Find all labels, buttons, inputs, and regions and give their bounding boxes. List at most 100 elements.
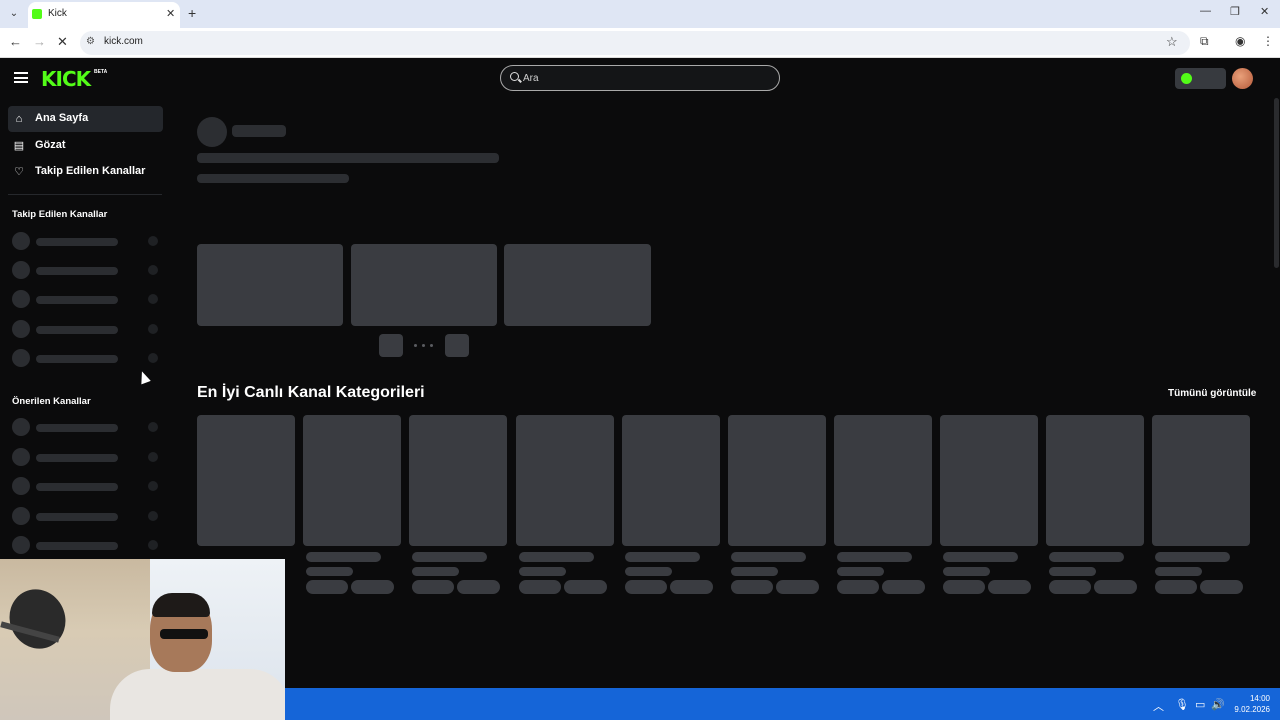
- category-text-skeleton: [412, 580, 454, 594]
- extensions-icon[interactable]: ⧉: [1200, 34, 1209, 49]
- category-text-skeleton: [519, 567, 566, 576]
- channel-skeleton-row: [12, 290, 162, 308]
- channel-skeleton-row: [12, 477, 162, 495]
- carousel-card-skeleton: [504, 244, 651, 326]
- categories-title: En İyi Canlı Kanal Kategorileri: [197, 384, 425, 401]
- site-info-icon[interactable]: ⚙: [86, 36, 95, 47]
- carousel-dot[interactable]: [422, 344, 425, 347]
- browser-menu-icon[interactable]: ⋮: [1262, 34, 1274, 48]
- page-scrollbar[interactable]: [1274, 98, 1279, 268]
- category-card-skeleton[interactable]: [409, 415, 507, 546]
- category-text-skeleton: [882, 580, 925, 594]
- webcam-overlay: [0, 559, 285, 720]
- kick-coin-icon: [1181, 73, 1192, 84]
- category-card-skeleton[interactable]: [622, 415, 720, 546]
- address-bar[interactable]: ⚙ kick.com ☆: [80, 31, 1190, 55]
- minimize-icon[interactable]: —: [1200, 5, 1211, 17]
- category-card-skeleton[interactable]: [940, 415, 1038, 546]
- category-card-skeleton[interactable]: [728, 415, 826, 546]
- category-text-skeleton: [519, 552, 594, 562]
- sidebar-item-home[interactable]: ⌂ Ana Sayfa: [8, 106, 163, 132]
- webcam-person-body: [110, 669, 285, 720]
- category-text-skeleton: [1200, 580, 1243, 594]
- category-text-skeleton: [412, 567, 459, 576]
- back-icon[interactable]: ←: [9, 34, 22, 49]
- category-card-skeleton[interactable]: [516, 415, 614, 546]
- sunglasses-icon: [160, 629, 208, 639]
- recommended-channels-heading: Önerilen Kanallar: [12, 396, 91, 407]
- featured-avatar-skeleton: [197, 117, 227, 147]
- category-text-skeleton: [351, 580, 394, 594]
- category-card-skeleton[interactable]: [303, 415, 401, 546]
- category-text-skeleton: [1155, 580, 1197, 594]
- sidebar-item-following[interactable]: ♡ Takip Edilen Kanallar: [8, 159, 163, 185]
- user-avatar[interactable]: [1232, 68, 1253, 89]
- bookmark-star-icon[interactable]: ☆: [1166, 34, 1178, 50]
- home-icon: ⌂: [15, 113, 23, 125]
- network-icon[interactable]: ▭: [1195, 698, 1205, 711]
- forward-icon[interactable]: →: [33, 34, 46, 49]
- window-close-icon[interactable]: ✕: [1260, 5, 1269, 18]
- clock-date: 9.02.2026: [1234, 705, 1270, 714]
- clock-time: 14:00: [1249, 694, 1270, 703]
- category-card-skeleton[interactable]: [197, 415, 295, 546]
- browser-tab[interactable]: Kick ✕: [28, 2, 180, 28]
- kick-points-button[interactable]: [1175, 68, 1226, 89]
- carousel-card-skeleton: [197, 244, 343, 326]
- sidebar-item-label: Gözat: [35, 139, 66, 151]
- sidebar-divider: [8, 194, 162, 195]
- category-text-skeleton: [670, 580, 713, 594]
- browser-toolbar: ← → ✕ ⚙ kick.com ☆ ⧉ ◉ ⋮: [0, 28, 1280, 58]
- category-text-skeleton: [837, 552, 912, 562]
- channel-skeleton-row: [12, 349, 162, 367]
- category-card-skeleton[interactable]: [1152, 415, 1250, 546]
- category-text-skeleton: [988, 580, 1031, 594]
- category-card-skeleton[interactable]: [834, 415, 932, 546]
- category-text-skeleton: [1049, 552, 1124, 562]
- carousel-dot[interactable]: [414, 344, 417, 347]
- restore-icon[interactable]: ❐: [1230, 5, 1240, 18]
- search-box[interactable]: [500, 65, 780, 91]
- category-text-skeleton: [1049, 580, 1091, 594]
- webcam-person-hair: [152, 593, 210, 617]
- microphone-tray-icon[interactable]: 🎙: [1175, 698, 1189, 711]
- category-text-skeleton: [1094, 580, 1137, 594]
- beta-badge: BETA: [94, 69, 108, 75]
- category-text-skeleton: [837, 580, 879, 594]
- category-text-skeleton: [731, 567, 778, 576]
- category-text-skeleton: [1155, 552, 1230, 562]
- tab-close-icon[interactable]: ✕: [166, 7, 175, 20]
- volume-icon[interactable]: 🔊: [1211, 698, 1225, 711]
- carousel-next-button[interactable]: [445, 334, 469, 357]
- category-text-skeleton: [625, 552, 700, 562]
- sidebar-item-browse[interactable]: ▤ Gözat: [8, 133, 163, 159]
- category-text-skeleton: [943, 552, 1018, 562]
- carousel-prev-button[interactable]: [379, 334, 403, 357]
- category-text-skeleton: [306, 567, 353, 576]
- tray-chevron-icon[interactable]: ︿: [1153, 698, 1164, 714]
- tab-list-dropdown-icon[interactable]: ⌄: [4, 4, 24, 24]
- category-text-skeleton: [943, 580, 985, 594]
- sidebar-item-label: Ana Sayfa: [35, 112, 89, 124]
- carousel-dot[interactable]: [430, 344, 433, 347]
- view-all-link[interactable]: Tümünü görüntüle: [1168, 388, 1256, 399]
- menu-icon[interactable]: [14, 72, 28, 83]
- search-input[interactable]: [523, 70, 763, 86]
- category-text-skeleton: [457, 580, 500, 594]
- featured-title-skeleton: [197, 153, 499, 163]
- system-clock[interactable]: 14:00 9.02.2026: [1230, 693, 1270, 715]
- kick-logo[interactable]: KICK: [41, 67, 91, 91]
- sidebar-item-label: Takip Edilen Kanallar: [35, 165, 146, 177]
- category-text-skeleton: [1049, 567, 1096, 576]
- new-tab-button[interactable]: +: [188, 5, 196, 21]
- search-icon: [510, 72, 519, 81]
- category-text-skeleton: [564, 580, 607, 594]
- category-text-skeleton: [731, 580, 773, 594]
- category-text-skeleton: [1155, 567, 1202, 576]
- heart-icon: ♡: [14, 166, 24, 178]
- stop-loading-icon[interactable]: ✕: [57, 34, 68, 50]
- channel-skeleton-row: [12, 232, 162, 250]
- category-text-skeleton: [412, 552, 487, 562]
- profile-icon[interactable]: ◉: [1235, 34, 1245, 48]
- category-card-skeleton[interactable]: [1046, 415, 1144, 546]
